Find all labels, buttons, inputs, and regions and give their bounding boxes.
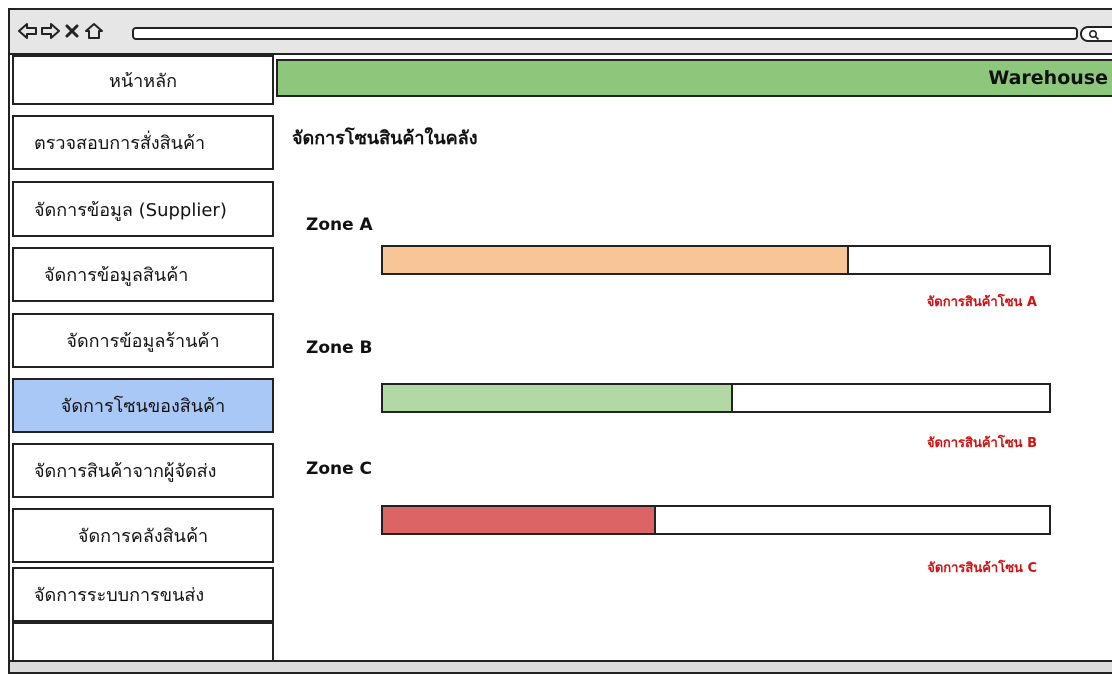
sidebar-item-label: จัดการคลังสินค้า [77,526,209,547]
zone-b-label: Zone B [306,338,373,358]
zone-b-progress-bar [381,383,1051,413]
zone-c-progress-fill [383,507,657,533]
sidebar-item-label: ตรวจสอบการสั่งสินค้า [34,133,206,154]
url-bar[interactable] [132,27,1078,40]
zone-b-manage-link[interactable]: จัดการสินค้าโซน B [837,432,1037,453]
search-box[interactable] [1080,26,1112,42]
sidebar-item-product-zones[interactable]: จัดการโซนของสินค้า [12,378,274,433]
browser-window: หน้าหลัก ตรวจสอบการสั่งสินค้า จัดการข้อม… [8,8,1112,674]
zone-a-manage-link[interactable]: จัดการสินค้าโซน A [837,291,1037,312]
sidebar-item-supplier[interactable]: จัดการข้อมูล (Supplier) [12,181,274,237]
sidebar-item-label: จัดการข้อมูล (Supplier) [34,199,227,221]
zone-c-label: Zone C [306,459,373,479]
close-icon[interactable] [64,22,80,40]
browser-status-bar [10,660,1112,672]
sidebar-empty-cell [12,622,274,664]
zone-c-progress-bar [381,505,1051,535]
sidebar-item-products[interactable]: จัดการข้อมูลสินค้า [12,247,274,302]
zone-a-label: Zone A [306,215,373,235]
main-content: Warehouse จัดการโซนสินค้าในคลัง Zone A จ… [274,55,1112,662]
header-title: Warehouse [988,67,1108,89]
sidebar-item-warehouse[interactable]: จัดการคลังสินค้า [12,508,274,563]
home-icon[interactable] [84,22,104,40]
sidebar-item-label: จัดการระบบการขนส่ง [34,585,205,606]
sidebar-item-label: จัดการข้อมูลสินค้า [44,265,189,286]
sidebar-item-label: จัดการข้อมูลร้านค้า [66,331,220,352]
sidebar-item-label: จัดการโซนของสินค้า [60,396,226,417]
sidebar-item-stores[interactable]: จัดการข้อมูลร้านค้า [12,313,274,368]
sidebar-item-check-orders[interactable]: ตรวจสอบการสั่งสินค้า [12,115,274,170]
sidebar-item-label: หน้าหลัก [108,70,178,92]
header-bar: Warehouse [276,59,1112,97]
zone-a-progress-fill [383,247,850,273]
zone-a-progress-bar [381,245,1051,275]
back-arrow-icon[interactable] [18,22,38,40]
forward-arrow-icon[interactable] [40,22,60,40]
zone-b-progress-fill [383,385,733,411]
sidebar: หน้าหลัก ตรวจสอบการสั่งสินค้า จัดการข้อม… [10,55,274,664]
sidebar-item-home[interactable]: หน้าหลัก [12,55,274,105]
search-icon [1088,29,1100,41]
sidebar-item-transport[interactable]: จัดการระบบการขนส่ง [12,567,274,622]
sidebar-item-label: จัดการสินค้าจากผู้จัดส่ง [34,461,217,482]
zone-c-manage-link[interactable]: จัดการสินค้าโซน C [837,557,1037,578]
browser-toolbar [10,10,1112,55]
sidebar-item-supplier-products[interactable]: จัดการสินค้าจากผู้จัดส่ง [12,443,274,498]
page-title: จัดการโซนสินค้าในคลัง [292,128,478,149]
